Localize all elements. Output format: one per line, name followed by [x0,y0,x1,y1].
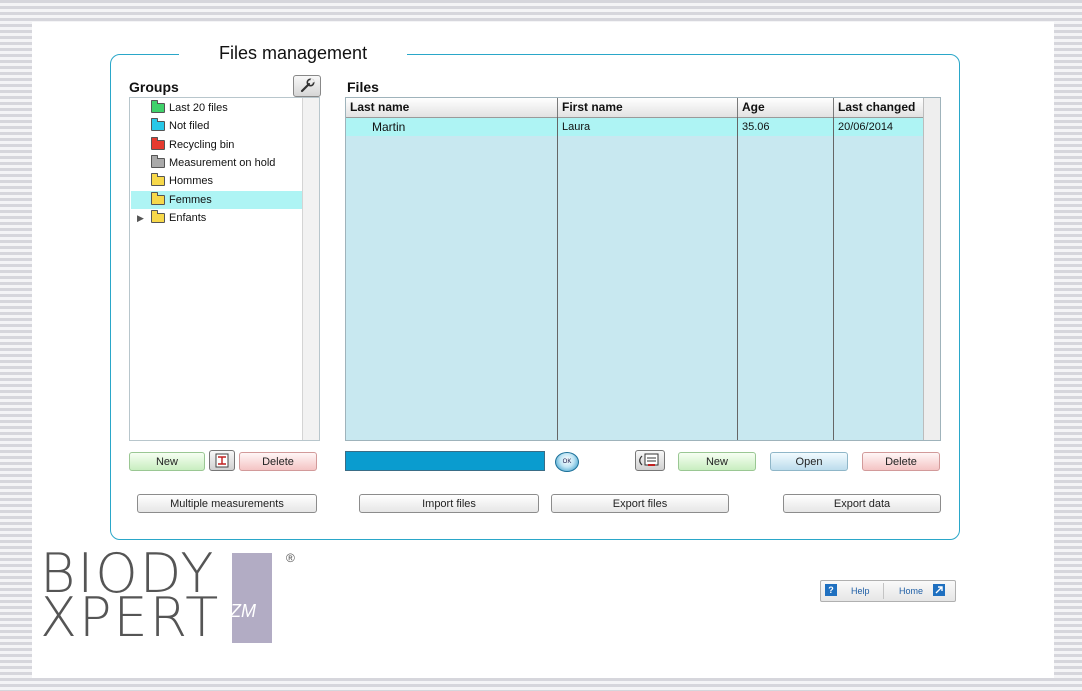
column-divider [737,117,738,440]
delete-file-button[interactable]: Delete [862,452,940,471]
search-ok-button[interactable]: OK [555,452,579,472]
export-data-button[interactable]: Export data [783,494,941,513]
groups-tree[interactable]: Last 20 files Not filed Recycling bin Measu… [129,97,320,441]
group-item-label: Not filed [169,120,210,133]
logo-registered: ® [286,551,295,565]
help-icon[interactable]: ? [825,584,837,596]
column-divider [557,117,558,440]
wrench-icon [300,78,315,93]
group-settings-button[interactable] [293,75,321,97]
group-item[interactable]: Recycling bin [131,136,302,154]
files-table-header: Last name First name Age Last changed [346,98,924,118]
group-item[interactable]: Last 20 files [131,99,302,117]
folder-icon [151,136,165,150]
logo-line-2: XPERT [40,586,221,649]
files-management-panel: Files management Groups Last 20 files Not… [110,41,960,540]
panel-title: Files management [179,41,408,65]
divider [883,583,884,599]
col-last-name[interactable]: Last name [346,98,558,117]
folder-icon [151,209,165,223]
col-first-name[interactable]: First name [558,98,738,117]
group-item-label: Last 20 files [169,102,228,114]
cell-first-name: Laura [562,121,591,133]
card-reader-button[interactable] [635,450,665,471]
cell-last-name: Martin [372,120,406,134]
files-table[interactable]: Last name First name Age Last changed Ma… [345,97,941,441]
group-item[interactable]: Femmes [131,190,302,209]
tree-icon [215,453,229,468]
cell-last-changed: 20/06/2014 [838,121,894,133]
open-file-button[interactable]: Open [770,452,848,471]
expand-arrow-icon[interactable]: ▶ [137,209,144,227]
search-input[interactable] [345,451,545,471]
folder-icon [151,118,165,132]
new-file-button[interactable]: New [678,452,756,471]
group-item-label: Hommes [169,175,214,188]
import-files-button[interactable]: Import files [359,494,539,513]
group-item-label: Femmes [169,193,212,206]
arrow-up-right-icon [935,586,943,594]
group-item[interactable]: ▶ Enfants [131,209,302,227]
group-item-label: Recycling bin [169,138,235,151]
table-row[interactable]: Martin Laura 35.06 20/06/2014 [346,118,924,136]
export-files-button[interactable]: Export files [551,494,729,513]
biody-xpert-logo: BIODY XPERT ZM ® [40,547,320,649]
files-scrollbar[interactable] [923,98,940,440]
home-link[interactable]: Home [899,584,923,598]
column-divider [833,117,834,440]
multiple-measurements-button[interactable]: Multiple measurements [137,494,317,513]
col-age[interactable]: Age [738,98,834,117]
main-page: Files management Groups Last 20 files Not… [32,22,1054,678]
new-group-button[interactable]: New [129,452,205,471]
groups-header: Groups [129,79,179,95]
folder-icon [151,154,165,168]
group-item-label: Enfants [169,211,207,224]
logo-box [232,553,272,643]
files-header: Files [347,79,379,95]
folder-icon [151,191,165,205]
logo-zm: ZM [230,601,256,621]
folder-icon [151,100,165,113]
delete-group-button[interactable]: Delete [239,452,317,471]
col-last-changed[interactable]: Last changed [834,98,924,117]
group-item[interactable]: Hommes [131,172,302,190]
folder-icon [151,173,165,187]
home-icon[interactable] [933,584,945,596]
group-item[interactable]: Measurement on hold [131,154,302,172]
cell-age: 35.06 [742,121,770,133]
card-reader-icon [639,453,659,466]
groups-scrollbar[interactable] [302,98,319,440]
help-home-bar: ? Help Home [820,580,956,602]
help-link[interactable]: Help [851,584,870,598]
group-item[interactable]: Not filed [131,117,302,135]
group-sort-button[interactable] [209,450,235,471]
group-item-label: Measurement on hold [169,156,276,169]
